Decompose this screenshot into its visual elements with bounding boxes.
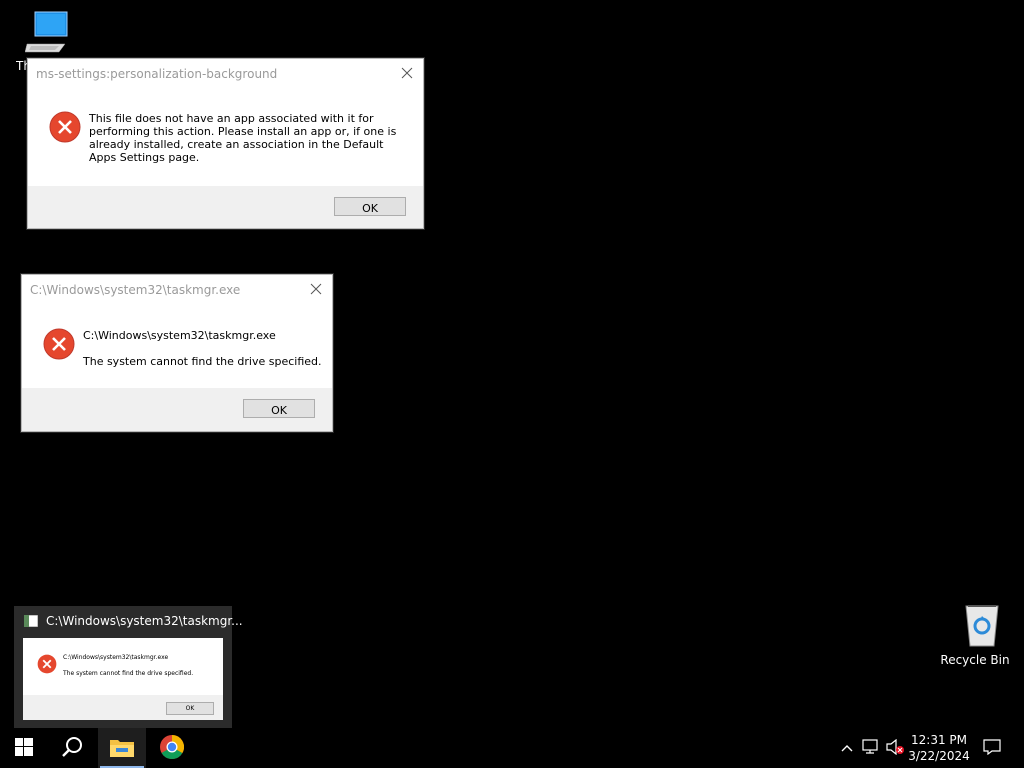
close-icon[interactable] (399, 65, 415, 81)
preview-footer: OK (23, 695, 223, 720)
dialog-path: C:\Windows\system32\taskmgr.exe (83, 329, 276, 342)
personalization-error-dialog: ms-settings:personalization-background T… (27, 58, 424, 229)
clock[interactable]: 12:31 PM 3/22/2024 (906, 732, 972, 764)
chrome-icon (160, 734, 185, 762)
taskmgr-error-dialog: C:\Windows\system32\taskmgr.exe C:\Windo… (21, 274, 333, 432)
taskbar-thumbnail-preview[interactable]: C:\Windows\system32\taskmgr... C:\Window… (14, 606, 243, 728)
volume-muted-icon (885, 738, 905, 758)
error-icon (43, 328, 75, 360)
ok-button[interactable]: OK (243, 399, 315, 418)
volume-button[interactable] (884, 728, 906, 768)
network-button[interactable] (860, 728, 882, 768)
preview-thumbnail: C:\Windows\system32\taskmgr.exe The syst… (23, 638, 223, 720)
app-window-icon (23, 614, 39, 630)
search-icon (61, 736, 83, 761)
preview-path: C:\Windows\system32\taskmgr.exe (63, 654, 169, 661)
dialog-titlebar[interactable]: ms-settings:personalization-background (28, 59, 423, 89)
dialog-message: This file does not have an app associate… (89, 112, 397, 164)
clock-time: 12:31 PM (911, 733, 967, 747)
desktop-icon-label: Recycle Bin (940, 653, 1010, 667)
error-icon (37, 654, 57, 677)
ok-button[interactable]: OK (334, 197, 406, 216)
preview-message: The system cannot find the drive specifi… (63, 670, 194, 677)
dialog-message: The system cannot find the drive specifi… (83, 355, 322, 368)
dialog-title: ms-settings:personalization-background (36, 67, 278, 81)
error-icon (49, 111, 81, 143)
show-hidden-icons-button[interactable] (838, 728, 856, 768)
start-icon (15, 737, 33, 759)
file-explorer-icon (110, 737, 134, 760)
desktop-icon-recycle-bin[interactable]: Recycle Bin (939, 602, 1011, 667)
notifications-icon (983, 738, 1001, 758)
preview-title: C:\Windows\system32\taskmgr... (46, 614, 243, 628)
taskbar: 12:31 PM 3/22/2024 (0, 728, 1024, 768)
search-button[interactable] (48, 728, 96, 768)
clock-date: 3/22/2024 (908, 749, 970, 763)
preview-ok-button: OK (166, 702, 214, 715)
dialog-title: C:\Windows\system32\taskmgr.exe (30, 283, 241, 297)
dialog-titlebar[interactable]: C:\Windows\system32\taskmgr.exe (22, 275, 332, 305)
recycle-bin-icon (953, 602, 1011, 651)
action-center-button[interactable] (980, 728, 1004, 768)
start-button[interactable] (0, 728, 48, 768)
computer-icon (18, 8, 76, 57)
chevron-up-icon (841, 742, 853, 755)
network-icon (862, 738, 880, 758)
close-icon[interactable] (308, 281, 324, 297)
dialog-footer: OK (28, 186, 423, 228)
chrome-button[interactable] (148, 728, 196, 768)
file-explorer-button[interactable] (98, 728, 146, 768)
dialog-footer: OK (22, 388, 332, 431)
